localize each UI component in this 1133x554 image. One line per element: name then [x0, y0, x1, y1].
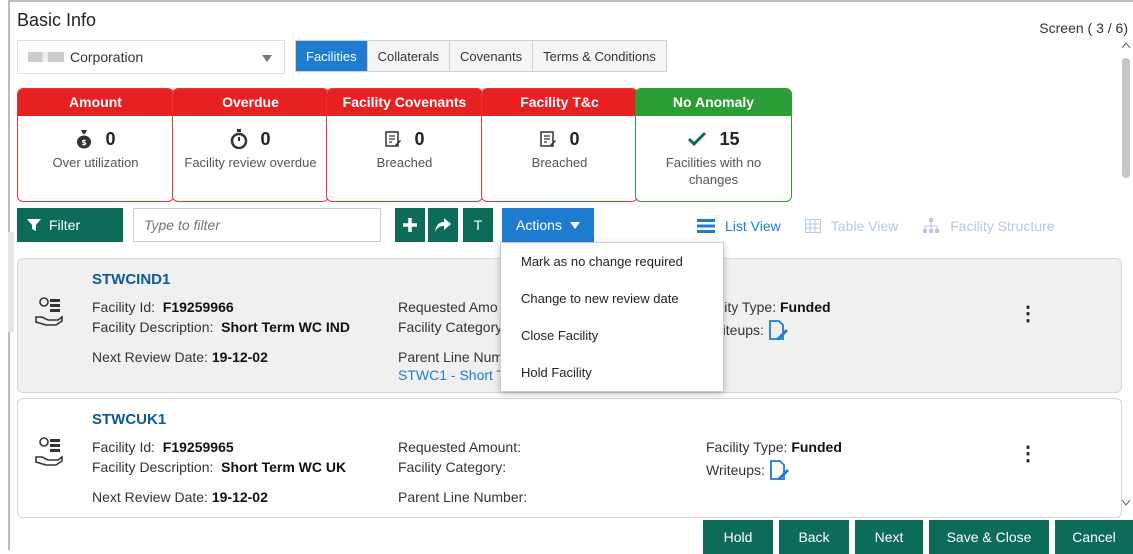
- forward-button[interactable]: [428, 208, 458, 242]
- money-bag-icon: $: [77, 130, 92, 149]
- facility-name[interactable]: STWCUK1: [92, 411, 166, 428]
- facility-type-row: ility Type: Funded: [718, 299, 831, 315]
- menu-item-close-facility[interactable]: Close Facility: [501, 317, 723, 354]
- filter-button[interactable]: Filter: [17, 208, 123, 242]
- card-caption: Facility review overdue: [184, 155, 317, 170]
- card-caption: Breached: [376, 155, 433, 170]
- tab-facilities[interactable]: Facilities: [296, 41, 368, 71]
- scrollbar-thumb[interactable]: [1122, 58, 1130, 178]
- facility-card[interactable]: STWCUK1 Facility Id: F19259965 Facility …: [17, 398, 1122, 518]
- parent-line-link[interactable]: STWC1 - Short T: [398, 367, 505, 383]
- parent-line-label: Parent Line Number:: [398, 489, 528, 505]
- chevron-down-icon: [1122, 500, 1130, 506]
- hold-button[interactable]: Hold: [703, 520, 773, 554]
- share-arrow-icon: [435, 218, 451, 232]
- next-button[interactable]: Next: [855, 520, 923, 554]
- card-title: Facility T&c: [482, 89, 637, 116]
- facility-description-row: Facility Description: Short Term WC IND: [92, 319, 351, 335]
- menu-item-hold-facility[interactable]: Hold Facility: [501, 354, 723, 391]
- view-switcher: List View Table View Facility Structure: [697, 218, 1054, 234]
- document-edit-icon[interactable]: [768, 319, 788, 341]
- card-title: No Anomaly: [636, 89, 791, 116]
- card-caption: Facilities with no changes: [665, 155, 762, 187]
- tab-bar: Facilities Collaterals Covenants Terms &…: [295, 40, 667, 72]
- card-caption: Breached: [531, 155, 588, 170]
- filter-label: Filter: [49, 217, 81, 233]
- money-hand-icon: [35, 297, 63, 326]
- stopwatch-icon: [231, 129, 248, 149]
- next-review-row: Next Review Date: 19-12-02: [92, 489, 268, 505]
- facility-category-label: Facility Category: [398, 319, 503, 335]
- t-button[interactable]: T: [463, 208, 493, 242]
- card-title: Overdue: [173, 89, 328, 116]
- parent-line-label: Parent Line Num: [398, 349, 504, 365]
- actions-label: Actions: [516, 217, 562, 233]
- list-view-label: List View: [725, 218, 781, 234]
- requested-amount-label: Requested Amo: [398, 299, 498, 315]
- facility-structure-label: Facility Structure: [950, 218, 1055, 234]
- facility-id-row: Facility Id: F19259966: [92, 299, 234, 315]
- chevron-up-icon: [1122, 42, 1130, 48]
- document-edit-icon[interactable]: [769, 459, 789, 481]
- facility-name[interactable]: STWCIND1: [92, 271, 170, 288]
- tab-collaterals[interactable]: Collaterals: [367, 41, 450, 71]
- writeups-row: riteups:: [718, 319, 788, 341]
- cancel-button[interactable]: Cancel: [1055, 520, 1133, 554]
- card-value: 15: [719, 128, 740, 149]
- side-drawer-handle[interactable]: [8, 232, 14, 332]
- add-button[interactable]: [395, 208, 425, 242]
- tab-terms-conditions[interactable]: Terms & Conditions: [533, 41, 666, 71]
- facility-structure-option[interactable]: Facility Structure: [922, 218, 1054, 234]
- menu-item-mark-no-change[interactable]: Mark as no change required: [501, 243, 723, 280]
- table-icon: [804, 219, 821, 233]
- list-icon: [697, 219, 715, 233]
- funnel-icon: [27, 219, 41, 231]
- save-close-button[interactable]: Save & Close: [929, 520, 1049, 554]
- card-value: 0: [414, 128, 425, 149]
- menu-item-change-review-date[interactable]: Change to new review date: [501, 280, 723, 317]
- table-view-option[interactable]: Table View: [804, 218, 899, 234]
- back-button[interactable]: Back: [779, 520, 849, 554]
- card-value: 0: [569, 128, 580, 149]
- facility-type-row: Facility Type: Funded: [706, 439, 842, 455]
- table-view-label: Table View: [830, 218, 899, 234]
- next-review-row: Next Review Date: 19-12-02: [92, 349, 268, 365]
- card-facility-tc[interactable]: Facility T&c 0 Breached: [481, 88, 638, 202]
- facility-description-row: Facility Description: Short Term WC UK: [92, 459, 347, 475]
- tab-covenants[interactable]: Covenants: [450, 41, 534, 71]
- filter-input[interactable]: [133, 208, 381, 242]
- screen-indicator: Screen ( 3 / 6): [1039, 20, 1128, 36]
- more-options-icon[interactable]: ⋮: [1018, 301, 1038, 326]
- card-overdue[interactable]: Overdue 0 Facility review overdue: [172, 88, 329, 202]
- list-view-option[interactable]: List View: [697, 218, 781, 234]
- card-title: Facility Covenants: [327, 89, 482, 116]
- page-title: Basic Info: [17, 10, 97, 30]
- corporation-select[interactable]: Corporation: [17, 40, 285, 74]
- money-hand-icon: [35, 437, 63, 466]
- facility-id-row: Facility Id: F19259965: [92, 439, 234, 455]
- actions-button[interactable]: Actions: [502, 208, 594, 242]
- card-value: 0: [260, 128, 271, 149]
- masked-text: [28, 52, 64, 62]
- card-facility-covenants[interactable]: Facility Covenants 0 Breached: [326, 88, 483, 202]
- checkmark-icon: [688, 131, 707, 147]
- document-edit-icon: [385, 131, 402, 147]
- more-options-icon[interactable]: ⋮: [1018, 441, 1038, 466]
- card-amount[interactable]: Amount $ 0 Over utilization: [17, 88, 174, 202]
- chevron-down-icon: [262, 55, 272, 62]
- plus-icon: [403, 218, 417, 232]
- writeups-row: Writeups:: [706, 459, 789, 481]
- hierarchy-icon: [923, 218, 940, 233]
- requested-amount-label: Requested Amount:: [398, 439, 521, 455]
- card-caption: Over utilization: [52, 155, 139, 170]
- caret-down-icon: [569, 221, 580, 229]
- card-no-anomaly[interactable]: No Anomaly 15 Facilities with no changes: [635, 88, 792, 202]
- actions-menu: Mark as no change required Change to new…: [500, 242, 724, 392]
- card-title: Amount: [18, 89, 173, 116]
- document-edit-icon: [540, 131, 557, 147]
- corporation-value: Corporation: [70, 49, 144, 65]
- svg-text:$: $: [82, 138, 88, 147]
- card-value: 0: [105, 128, 116, 149]
- facility-category-label: Facility Category:: [398, 459, 507, 475]
